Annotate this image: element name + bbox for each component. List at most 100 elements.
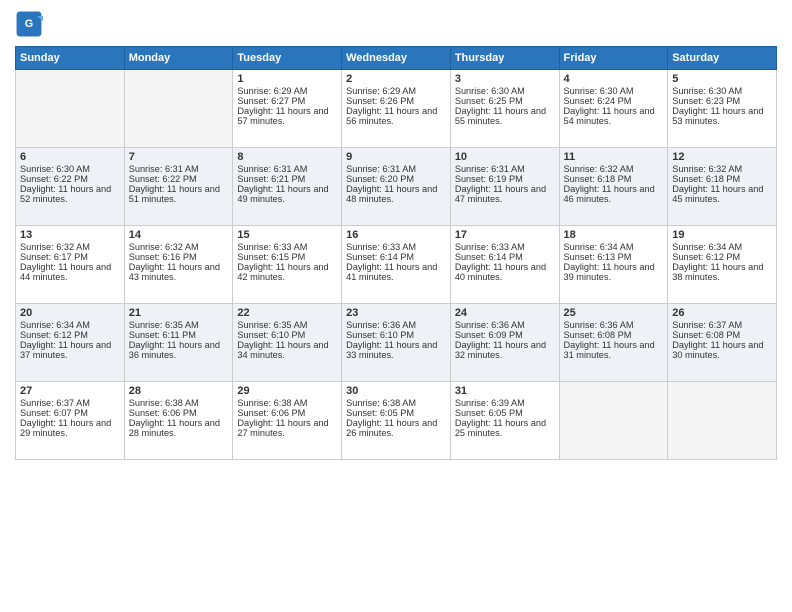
- day-number: 2: [346, 73, 446, 85]
- calendar-cell: [124, 70, 233, 148]
- sunset-text: Sunset: 6:25 PM: [455, 96, 555, 106]
- calendar-cell: 8Sunrise: 6:31 AMSunset: 6:21 PMDaylight…: [233, 148, 342, 226]
- calendar-cell: 27Sunrise: 6:37 AMSunset: 6:07 PMDayligh…: [16, 382, 125, 460]
- week-row: 20Sunrise: 6:34 AMSunset: 6:12 PMDayligh…: [16, 304, 777, 382]
- calendar-cell: 18Sunrise: 6:34 AMSunset: 6:13 PMDayligh…: [559, 226, 668, 304]
- sunset-text: Sunset: 6:22 PM: [20, 174, 120, 184]
- calendar-cell: 24Sunrise: 6:36 AMSunset: 6:09 PMDayligh…: [450, 304, 559, 382]
- calendar-table: SundayMondayTuesdayWednesdayThursdayFrid…: [15, 46, 777, 460]
- day-number: 24: [455, 307, 555, 319]
- week-row: 13Sunrise: 6:32 AMSunset: 6:17 PMDayligh…: [16, 226, 777, 304]
- calendar-cell: 22Sunrise: 6:35 AMSunset: 6:10 PMDayligh…: [233, 304, 342, 382]
- header-day-friday: Friday: [559, 47, 668, 70]
- sunset-text: Sunset: 6:09 PM: [455, 330, 555, 340]
- daylight-text: Daylight: 11 hours and 36 minutes.: [129, 340, 229, 360]
- week-row: 1Sunrise: 6:29 AMSunset: 6:27 PMDaylight…: [16, 70, 777, 148]
- day-number: 29: [237, 385, 337, 397]
- daylight-text: Daylight: 11 hours and 42 minutes.: [237, 262, 337, 282]
- header-day-wednesday: Wednesday: [342, 47, 451, 70]
- daylight-text: Daylight: 11 hours and 55 minutes.: [455, 106, 555, 126]
- header-day-thursday: Thursday: [450, 47, 559, 70]
- day-number: 27: [20, 385, 120, 397]
- calendar-cell: 20Sunrise: 6:34 AMSunset: 6:12 PMDayligh…: [16, 304, 125, 382]
- sunrise-text: Sunrise: 6:29 AM: [237, 86, 337, 96]
- daylight-text: Daylight: 11 hours and 57 minutes.: [237, 106, 337, 126]
- day-number: 31: [455, 385, 555, 397]
- sunset-text: Sunset: 6:13 PM: [564, 252, 664, 262]
- sunset-text: Sunset: 6:17 PM: [20, 252, 120, 262]
- week-row: 27Sunrise: 6:37 AMSunset: 6:07 PM Dayligh…: [16, 382, 777, 460]
- day-number: 13: [20, 229, 120, 241]
- week-row: 6Sunrise: 6:30 AMSunset: 6:22 PMDaylight…: [16, 148, 777, 226]
- calendar-cell: 29Sunrise: 6:38 AMSunset: 6:06 PMDayligh…: [233, 382, 342, 460]
- calendar-cell: 25Sunrise: 6:36 AMSunset: 6:08 PMDayligh…: [559, 304, 668, 382]
- sunset-text: Sunset: 6:18 PM: [564, 174, 664, 184]
- daylight-text: Daylight: 11 hours and 52 minutes.: [20, 184, 120, 204]
- day-number: 30: [346, 385, 446, 397]
- calendar-cell: 21Sunrise: 6:35 AMSunset: 6:11 PMDayligh…: [124, 304, 233, 382]
- sunset-text: Sunset: 6:21 PM: [237, 174, 337, 184]
- calendar-cell: 1Sunrise: 6:29 AMSunset: 6:27 PMDaylight…: [233, 70, 342, 148]
- day-number: 23: [346, 307, 446, 319]
- daylight-text: Daylight: 11 hours and 39 minutes.: [564, 262, 664, 282]
- sunrise-text: Sunrise: 6:31 AM: [129, 164, 229, 174]
- day-number: 8: [237, 151, 337, 163]
- daylight-text: Daylight: 11 hours and 33 minutes.: [346, 340, 446, 360]
- daylight-text: Daylight: 11 hours and 27 minutes.: [237, 418, 337, 438]
- day-number: 17: [455, 229, 555, 241]
- sunset-text: Sunset: 6:08 PM: [564, 330, 664, 340]
- daylight-text: Daylight: 11 hours and 26 minutes.: [346, 418, 446, 438]
- calendar-cell: 7Sunrise: 6:31 AMSunset: 6:22 PMDaylight…: [124, 148, 233, 226]
- calendar-cell: 3Sunrise: 6:30 AMSunset: 6:25 PMDaylight…: [450, 70, 559, 148]
- day-number: 19: [672, 229, 772, 241]
- sunset-text: Sunset: 6:08 PM: [672, 330, 772, 340]
- daylight-text: Daylight: 11 hours and 43 minutes.: [129, 262, 229, 282]
- daylight-text: Daylight: 11 hours and 34 minutes.: [237, 340, 337, 360]
- sunrise-text: Sunrise: 6:36 AM: [346, 320, 446, 330]
- header-day-sunday: Sunday: [16, 47, 125, 70]
- day-number: 21: [129, 307, 229, 319]
- daylight-text: Daylight: 11 hours and 32 minutes.: [455, 340, 555, 360]
- day-number: 3: [455, 73, 555, 85]
- calendar-cell: 12Sunrise: 6:32 AMSunset: 6:18 PMDayligh…: [668, 148, 777, 226]
- calendar-cell: [16, 70, 125, 148]
- calendar-cell: 6Sunrise: 6:30 AMSunset: 6:22 PMDaylight…: [16, 148, 125, 226]
- day-number: 20: [20, 307, 120, 319]
- day-number: 25: [564, 307, 664, 319]
- sunrise-text: Sunrise: 6:34 AM: [564, 242, 664, 252]
- sunrise-text: Sunrise: 6:32 AM: [564, 164, 664, 174]
- sunrise-text: Sunrise: 6:33 AM: [346, 242, 446, 252]
- day-number: 22: [237, 307, 337, 319]
- sunset-text: Sunset: 6:06 PM: [237, 408, 337, 418]
- sunset-text: Sunset: 6:27 PM: [237, 96, 337, 106]
- header: G: [15, 10, 777, 38]
- sunset-text: Sunset: 6:06 PM: [129, 408, 229, 418]
- sunrise-text: Sunrise: 6:38 AM: [237, 398, 337, 408]
- daylight-text: Daylight: 11 hours and 48 minutes.: [346, 184, 446, 204]
- day-number: 5: [672, 73, 772, 85]
- day-number: 28: [129, 385, 229, 397]
- sunrise-text: Sunrise: 6:35 AM: [129, 320, 229, 330]
- sunset-text: Sunset: 6:11 PM: [129, 330, 229, 340]
- daylight-text: Daylight: 11 hours and 56 minutes.: [346, 106, 446, 126]
- sunrise-text: Sunrise: 6:33 AM: [455, 242, 555, 252]
- daylight-text: Daylight: 11 hours and 28 minutes.: [129, 418, 229, 438]
- header-row: SundayMondayTuesdayWednesdayThursdayFrid…: [16, 47, 777, 70]
- calendar-cell: 23Sunrise: 6:36 AMSunset: 6:10 PMDayligh…: [342, 304, 451, 382]
- sunrise-text: Sunrise: 6:37 AM: [20, 398, 120, 408]
- sunrise-text: Sunrise: 6:34 AM: [20, 320, 120, 330]
- sunset-text: Sunset: 6:10 PM: [237, 330, 337, 340]
- daylight-text: Daylight: 11 hours and 37 minutes.: [20, 340, 120, 360]
- calendar-cell: 31Sunrise: 6:39 AMSunset: 6:05 PMDayligh…: [450, 382, 559, 460]
- calendar-cell: 4Sunrise: 6:30 AMSunset: 6:24 PMDaylight…: [559, 70, 668, 148]
- sunset-text: Sunset: 6:22 PM: [129, 174, 229, 184]
- daylight-text: Daylight: 11 hours and 25 minutes.: [455, 418, 555, 438]
- day-number: 1: [237, 73, 337, 85]
- sunset-text: Sunset: 6:07 PM: [20, 408, 120, 418]
- daylight-text: Daylight: 11 hours and 54 minutes.: [564, 106, 664, 126]
- day-number: 7: [129, 151, 229, 163]
- calendar-body: 1Sunrise: 6:29 AMSunset: 6:27 PMDaylight…: [16, 70, 777, 460]
- sunrise-text: Sunrise: 6:31 AM: [455, 164, 555, 174]
- calendar-cell: 5Sunrise: 6:30 AMSunset: 6:23 PMDaylight…: [668, 70, 777, 148]
- sunset-text: Sunset: 6:10 PM: [346, 330, 446, 340]
